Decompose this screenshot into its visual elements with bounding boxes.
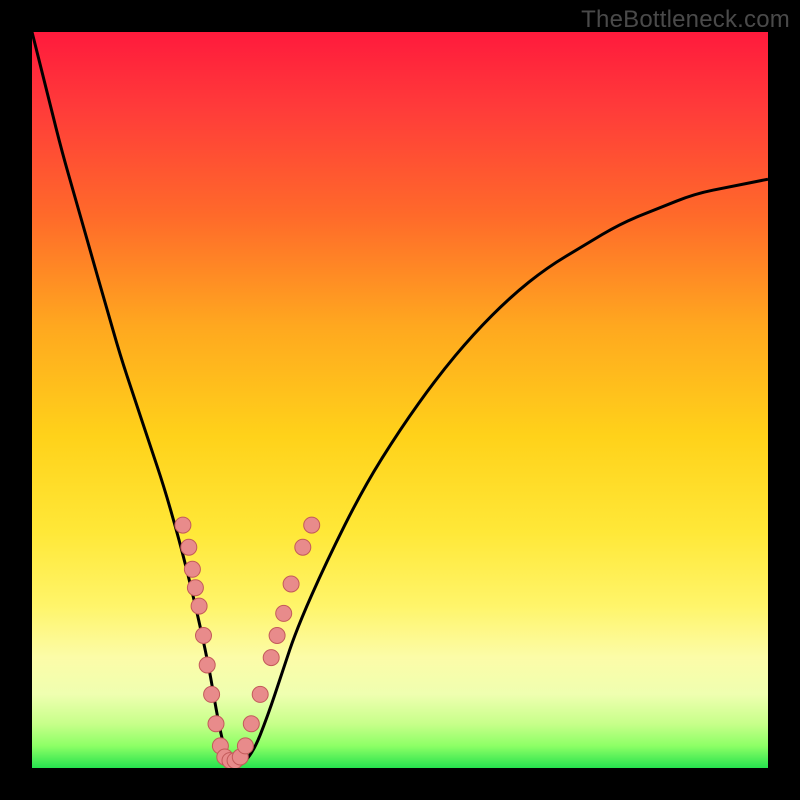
curve-marker — [181, 539, 197, 555]
curve-marker — [243, 716, 259, 732]
plot-area — [32, 32, 768, 768]
watermark-text: TheBottleneck.com — [581, 6, 790, 34]
chart-frame: TheBottleneck.com — [0, 0, 800, 800]
curve-marker — [199, 657, 215, 673]
curve-marker — [208, 716, 224, 732]
curve-marker — [184, 561, 200, 577]
curve-marker — [237, 738, 253, 754]
curve-marker — [283, 576, 299, 592]
curve-marker — [263, 650, 279, 666]
bottleneck-curve — [32, 32, 768, 766]
curve-marker — [196, 628, 212, 644]
curve-marker — [191, 598, 207, 614]
curve-marker — [175, 517, 191, 533]
curve-markers — [175, 517, 320, 768]
curve-marker — [252, 686, 268, 702]
curve-marker — [204, 686, 220, 702]
curve-marker — [276, 605, 292, 621]
curve-marker — [304, 517, 320, 533]
curve-marker — [269, 628, 285, 644]
curve-marker — [295, 539, 311, 555]
curve-marker — [187, 580, 203, 596]
chart-svg — [32, 32, 768, 768]
